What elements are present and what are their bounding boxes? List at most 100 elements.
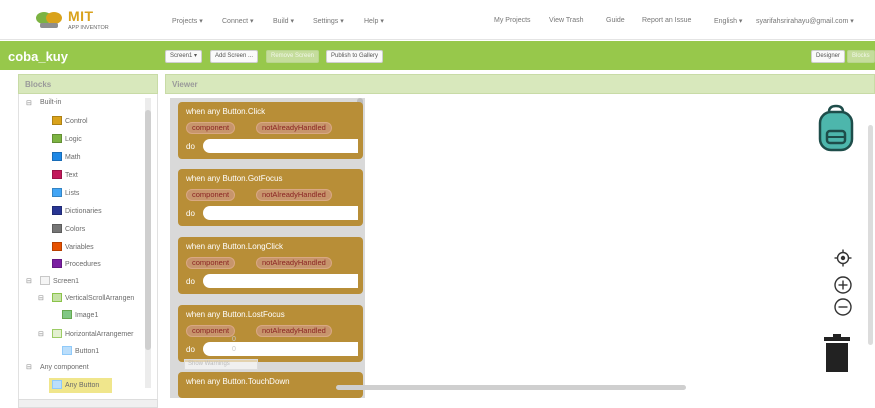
logo-subtitle: APP INVENTOR (68, 25, 109, 31)
block-do-label: do (186, 142, 195, 151)
tree-screen1[interactable]: Screen1 (53, 278, 79, 285)
tree-math[interactable]: Math (65, 154, 81, 161)
project-name: coba_kuy (8, 49, 68, 64)
tree-button1[interactable]: Button1 (75, 348, 99, 355)
block-do-label: do (186, 209, 195, 218)
tree-text[interactable]: Text (65, 172, 78, 179)
vertical-arrangement-icon (52, 293, 62, 302)
tree-control[interactable]: Control (65, 118, 88, 125)
logo-icon (36, 12, 62, 28)
image-icon (62, 310, 72, 319)
project-toolbar: coba_kuy Screen1 ▾ Add Screen ... Remove… (0, 41, 875, 70)
block-title: when any Button.TouchDown (186, 377, 290, 386)
top-nav: MIT APP INVENTOR Projects ▾ Connect ▾ Bu… (0, 0, 875, 40)
param-component[interactable]: component (186, 325, 236, 337)
nav-guide[interactable]: Guide (606, 17, 625, 24)
show-warnings-button[interactable]: Show Warnings (184, 359, 258, 370)
nav-report-issue[interactable]: Report an Issue (642, 17, 691, 24)
event-block-touch-down[interactable]: when any Button.TouchDown (178, 372, 363, 398)
blocks-button[interactable]: Blocks (847, 50, 875, 63)
tree-procedures[interactable]: Procedures (65, 261, 101, 268)
tree-dictionaries[interactable]: Dictionaries (65, 208, 102, 215)
dictionaries-color-icon (52, 206, 62, 215)
nav-settings[interactable]: Settings ▾ (313, 17, 344, 25)
lists-color-icon (52, 188, 62, 197)
logic-color-icon (52, 134, 62, 143)
tree-any-component[interactable]: Any component (40, 364, 89, 371)
error-count: 0 (232, 346, 236, 353)
block-title: when any Button.Click (186, 107, 266, 116)
param-not-already-handled[interactable]: notAlreadyHandled (256, 189, 332, 201)
any-button-icon (52, 380, 62, 389)
param-component[interactable]: component (186, 122, 236, 134)
nav-account[interactable]: syarifahsrirahayu@gmail.com ▾ (756, 17, 854, 25)
backpack-icon[interactable] (816, 104, 856, 152)
tree-horizontal-scrollbar[interactable] (18, 399, 158, 408)
collapse-toggle-icon[interactable]: ⊟ (38, 294, 44, 302)
param-component[interactable]: component (186, 257, 236, 269)
nav-view-trash[interactable]: View Trash (549, 17, 584, 24)
block-title: when any Button.LongClick (186, 242, 283, 251)
warning-count: 0 (232, 336, 236, 343)
button-icon (62, 346, 72, 355)
publish-gallery-button[interactable]: Publish to Gallery (326, 50, 384, 63)
colors-color-icon (52, 224, 62, 233)
tree-builtin[interactable]: Built-in (40, 99, 61, 106)
nav-my-projects[interactable]: My Projects (494, 17, 531, 24)
collapse-toggle-icon[interactable]: ⊟ (26, 277, 32, 285)
viewer-panel-header: Viewer (165, 74, 875, 94)
blocks-panel-header: Blocks (18, 74, 158, 94)
remove-screen-button[interactable]: Remove Screen (266, 50, 320, 63)
param-not-already-handled[interactable]: notAlreadyHandled (256, 257, 332, 269)
tree-horizontal-arrangement[interactable]: HorizontalArrangemer (65, 331, 133, 338)
tree-lists[interactable]: Lists (65, 190, 79, 197)
zoom-out-icon[interactable] (833, 297, 853, 317)
block-do-label: do (186, 345, 195, 354)
designer-button[interactable]: Designer (811, 50, 846, 63)
tree-variables[interactable]: Variables (65, 244, 94, 251)
param-component[interactable]: component (186, 189, 236, 201)
collapse-toggle-icon[interactable]: ⊟ (26, 99, 32, 107)
workspace-vertical-scrollbar[interactable] (868, 125, 873, 345)
block-title: when any Button.GotFocus (186, 174, 283, 183)
nav-help[interactable]: Help ▾ (364, 17, 384, 25)
collapse-toggle-icon[interactable]: ⊟ (38, 330, 44, 338)
trash-icon[interactable] (822, 333, 852, 373)
tree-colors[interactable]: Colors (65, 226, 85, 233)
workspace-horizontal-scrollbar[interactable] (336, 385, 686, 390)
nav-build[interactable]: Build ▾ (273, 17, 294, 25)
event-block-got-focus[interactable]: when any Button.GotFocus component notAl… (178, 169, 363, 226)
tree-scrollbar-thumb[interactable] (145, 110, 151, 350)
event-block-lost-focus[interactable]: when any Button.LostFocus component notA… (178, 305, 363, 362)
nav-language[interactable]: English ▾ (714, 17, 742, 25)
control-color-icon (52, 116, 62, 125)
block-do-slot (203, 342, 358, 356)
tree-image1[interactable]: Image1 (75, 312, 98, 319)
param-not-already-handled[interactable]: notAlreadyHandled (256, 325, 332, 337)
app-inventor-logo[interactable]: MIT APP INVENTOR (34, 8, 124, 34)
text-color-icon (52, 170, 62, 179)
block-do-slot (203, 206, 358, 220)
procedures-color-icon (52, 259, 62, 268)
param-not-already-handled[interactable]: notAlreadyHandled (256, 122, 332, 134)
screen-select[interactable]: Screen1 ▾ (165, 50, 203, 63)
nav-connect[interactable]: Connect ▾ (222, 17, 254, 25)
nav-projects[interactable]: Projects ▾ (172, 17, 203, 25)
event-block-click[interactable]: when any Button.Click component notAlrea… (178, 102, 363, 159)
tree-any-button[interactable]: Any Button (65, 382, 99, 389)
variables-color-icon (52, 242, 62, 251)
block-title: when any Button.LostFocus (186, 310, 285, 319)
add-screen-button[interactable]: Add Screen ... (210, 50, 259, 63)
logo-title: MIT (68, 8, 94, 24)
zoom-in-icon[interactable] (833, 275, 853, 295)
tree-logic[interactable]: Logic (65, 136, 82, 143)
math-color-icon (52, 152, 62, 161)
horizontal-arrangement-icon (52, 329, 62, 338)
target-icon[interactable] (834, 249, 852, 267)
block-do-slot (203, 139, 358, 153)
block-do-slot (203, 274, 358, 288)
screen-icon (40, 276, 50, 285)
event-block-long-click[interactable]: when any Button.LongClick component notA… (178, 237, 363, 294)
tree-vertical-arrangement[interactable]: VerticalScrollArrangen (65, 295, 134, 302)
collapse-toggle-icon[interactable]: ⊟ (26, 363, 32, 371)
